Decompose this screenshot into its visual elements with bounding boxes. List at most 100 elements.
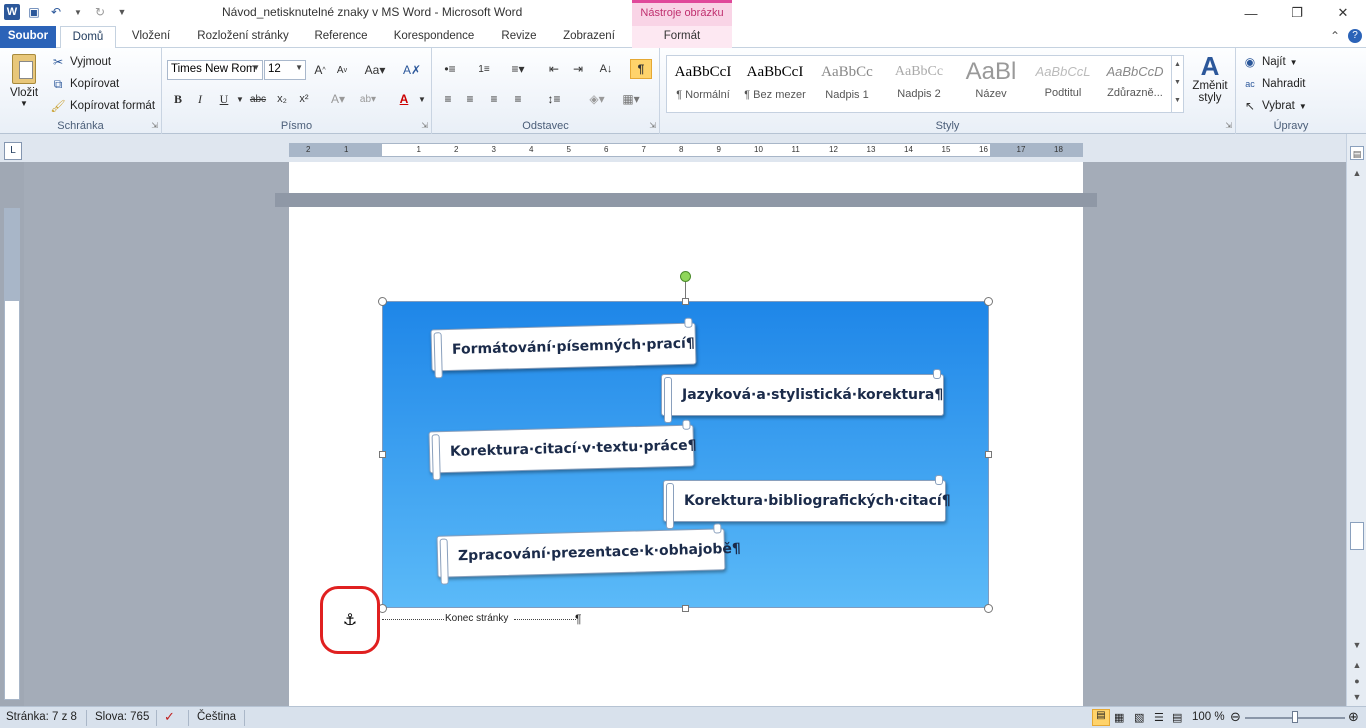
tab-page-layout[interactable]: Rozložení stránky	[188, 26, 298, 48]
proofing-icon[interactable]: ✓	[164, 709, 175, 725]
resize-handle-right[interactable]	[985, 451, 992, 458]
tab-review[interactable]: Revize	[494, 26, 544, 48]
borders-icon[interactable]: ▦▾	[618, 90, 644, 108]
font-color-icon[interactable]: A	[394, 90, 414, 108]
clear-formatting-icon[interactable]: A✗	[402, 61, 422, 79]
zoom-level[interactable]: 100 %	[1192, 711, 1225, 723]
web-layout-icon[interactable]: ▧	[1134, 711, 1144, 724]
vertical-scrollbar[interactable]: ▤ ▲ ▼ ▲ ● ▼	[1346, 134, 1366, 706]
resize-handle-top-left[interactable]	[378, 297, 387, 306]
align-left-icon[interactable]: ≡	[438, 90, 458, 108]
scroll-down-icon[interactable]: ▼	[1350, 638, 1364, 652]
align-right-icon[interactable]: ≡	[484, 90, 504, 108]
print-layout-icon[interactable]: ▤	[1092, 709, 1110, 726]
minimize-icon[interactable]: —	[1228, 0, 1274, 26]
word-logo-icon[interactable]: W	[4, 4, 20, 20]
italic-icon[interactable]: I	[190, 90, 210, 108]
style-emphasis[interactable]: AaBbCcD Zdůrazně...	[1101, 58, 1169, 110]
copy-button[interactable]: ⧉ Kopírovat	[50, 76, 120, 92]
superscript-icon[interactable]: x²	[294, 90, 314, 108]
bullets-icon[interactable]: •≡	[438, 60, 462, 78]
customize-qat-icon[interactable]: ▼	[114, 4, 130, 20]
next-page-icon[interactable]: ▼	[1350, 690, 1364, 704]
grow-font-icon[interactable]: A ^	[310, 61, 330, 79]
tab-view[interactable]: Zobrazení	[552, 26, 626, 48]
font-name-combo[interactable]: Times New Rom ▼	[167, 60, 263, 80]
language[interactable]: Čeština	[197, 711, 236, 723]
close-icon[interactable]: ✕	[1320, 0, 1366, 26]
format-painter-button[interactable]: 🖌 Kopírovat formát	[50, 98, 155, 114]
tab-mailings[interactable]: Korespondence	[384, 26, 484, 48]
word-count[interactable]: Slova: 765	[95, 711, 149, 723]
smartart-item[interactable]: Zpracování·prezentace·k·obhajobě¶	[436, 528, 741, 578]
bold-icon[interactable]: B	[168, 90, 188, 108]
change-styles-button[interactable]: A Změnit styly	[1190, 52, 1230, 104]
select-browse-object-icon[interactable]: ●	[1350, 674, 1364, 688]
outline-icon[interactable]: ☰	[1154, 711, 1164, 724]
subscript-icon[interactable]: x₂	[272, 90, 292, 108]
shrink-font-icon[interactable]: Av	[332, 61, 352, 79]
rotation-handle[interactable]	[680, 271, 691, 282]
tab-references[interactable]: Reference	[306, 26, 376, 48]
highlight-icon[interactable]: ab▾	[358, 90, 378, 108]
decrease-indent-icon[interactable]: ⇤	[544, 60, 564, 78]
resize-handle-top[interactable]	[682, 298, 689, 305]
paragraph-launcher-icon[interactable]: ⇲	[649, 121, 656, 130]
redo-icon[interactable]: ↻	[92, 4, 108, 20]
smartart-item[interactable]: Jazyková·a·stylistická·korektura¶	[661, 369, 944, 423]
tab-format[interactable]: Formát	[632, 26, 732, 48]
style-heading-2[interactable]: AaBbCc Nadpis 2	[885, 58, 953, 110]
resize-handle-left[interactable]	[379, 451, 386, 458]
previous-page-icon[interactable]: ▲	[1350, 658, 1364, 672]
resize-handle-bottom-right[interactable]	[984, 604, 993, 613]
font-size-combo[interactable]: 12 ▼	[264, 60, 306, 80]
style-subtitle[interactable]: AaBbCcL Podtitul	[1029, 58, 1097, 110]
draft-icon[interactable]: ▤	[1172, 711, 1182, 724]
sort-icon[interactable]: A↓	[596, 60, 616, 78]
page-count[interactable]: Stránka: 7 z 8	[6, 711, 77, 723]
clipboard-launcher-icon[interactable]: ⇲	[151, 121, 158, 130]
tab-home[interactable]: Domů	[60, 26, 116, 49]
tab-selector[interactable]: L	[4, 142, 22, 160]
restore-icon[interactable]: ❐	[1274, 0, 1320, 26]
smartart-item[interactable]: Formátování·písemných·prací¶	[430, 322, 697, 372]
view-ruler-icon[interactable]: ▤	[1350, 146, 1364, 160]
replace-button[interactable]: ac Nahradit	[1242, 76, 1305, 92]
strikethrough-icon[interactable]: abc	[248, 90, 268, 108]
undo-dropdown-icon[interactable]: ▼	[70, 4, 86, 20]
cut-button[interactable]: ✂ Vyjmout	[50, 54, 111, 70]
paste-button[interactable]: Vložit ▼	[6, 54, 42, 108]
smartart-item[interactable]: Korektura·bibliografických·citací¶	[663, 475, 951, 529]
style-normal[interactable]: AaBbCcI ¶ Normální	[669, 58, 737, 110]
previous-page-end[interactable]	[289, 162, 1083, 193]
smartart-graphic[interactable]: Formátování·písemných·prací¶ Jazyková·a·…	[382, 301, 989, 608]
change-case-icon[interactable]: Aa▾	[362, 61, 388, 79]
line-spacing-icon[interactable]: ↕≡	[540, 90, 568, 108]
horizontal-ruler[interactable]: 2 1 1 2 3 4 5 6 7 8 9 10 11 12 13 14 15 16 17 18	[289, 143, 1083, 157]
scrollbar-thumb[interactable]	[1350, 522, 1364, 550]
shading-icon[interactable]: ◈▾	[584, 90, 610, 108]
resize-handle-bottom[interactable]	[682, 605, 689, 612]
justify-icon[interactable]: ≡	[508, 90, 528, 108]
zoom-in-icon[interactable]: ⊕	[1348, 709, 1359, 725]
find-button[interactable]: ◉ Najít ▼	[1242, 54, 1298, 70]
increase-indent-icon[interactable]: ⇥	[568, 60, 588, 78]
resize-handle-top-right[interactable]	[984, 297, 993, 306]
tab-file[interactable]: Soubor	[0, 26, 56, 48]
save-icon[interactable]: ▣	[26, 4, 42, 20]
help-icon[interactable]: ?	[1348, 29, 1362, 43]
zoom-out-icon[interactable]: ⊖	[1230, 709, 1241, 725]
minimize-ribbon-icon[interactable]: ⌃	[1330, 29, 1340, 43]
vertical-ruler[interactable]	[4, 208, 20, 700]
smartart-item[interactable]: Korektura·citací·v·textu·práce¶	[428, 424, 697, 474]
undo-icon[interactable]: ↶	[48, 4, 64, 20]
font-color-dropdown-icon[interactable]: ▼	[412, 90, 432, 108]
style-heading-1[interactable]: AaBbCc Nadpis 1	[813, 58, 881, 110]
style-title[interactable]: AaBl Název	[957, 58, 1025, 110]
show-hide-formatting-button[interactable]: ¶	[630, 59, 652, 79]
select-button[interactable]: ↖ Vybrat ▼	[1242, 98, 1307, 114]
full-screen-reading-icon[interactable]: ▦	[1114, 711, 1124, 724]
font-launcher-icon[interactable]: ⇲	[421, 121, 428, 130]
styles-launcher-icon[interactable]: ⇲	[1225, 121, 1232, 130]
multilevel-list-icon[interactable]: ≡▾	[506, 60, 530, 78]
